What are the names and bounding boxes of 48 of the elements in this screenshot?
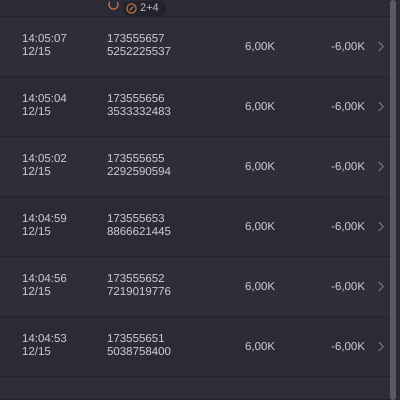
time-text: 14:05:07 (22, 32, 68, 46)
amount-text: 6,00K (245, 40, 276, 52)
change-text: -6,00K (330, 40, 365, 52)
badge-count: 2+4 (140, 2, 159, 14)
chevron-right-icon[interactable] (378, 281, 384, 292)
change-text: -6,00K (330, 220, 365, 232)
change-text: -6,00K (330, 280, 365, 292)
chevron-right-icon[interactable] (378, 221, 384, 232)
id-text: 7219019776 (107, 286, 172, 298)
time-text: 14:05:04 (22, 92, 68, 106)
list-row[interactable]: 2+4 (0, 0, 390, 17)
id-text: 173555652 (107, 272, 166, 286)
date-text: 12/15 (22, 226, 52, 238)
id-text: 5252225537 (107, 46, 172, 58)
change-text: -6,00K (330, 160, 365, 172)
id-text: 173555657 (107, 32, 166, 46)
time-text: 14:04:53 (22, 332, 68, 346)
id-text: 173555653 (107, 212, 166, 226)
date-text: 12/15 (22, 46, 52, 58)
date-text: 12/15 (22, 346, 52, 358)
time-text: 14:04:56 (22, 272, 68, 286)
id-text: 2292590594 (107, 166, 172, 178)
list-row[interactable]: 14:05:07 12/15 173555657 5252225537 6,00K -6,00K (0, 17, 390, 77)
date-text: 12/15 (22, 286, 52, 298)
id-text: 173555656 (107, 92, 166, 106)
list-row[interactable]: 14:05:02 12/15 173555655 2292590594 6,00K -6,00K (0, 137, 390, 197)
id-text: 8866621445 (107, 226, 172, 238)
time-text: 14:04:59 (22, 212, 68, 226)
amount-text: 6,00K (245, 280, 276, 292)
change-text: -6,00K (330, 340, 365, 352)
scrollbar[interactable] (390, 0, 396, 400)
chevron-right-icon[interactable] (378, 161, 384, 172)
chevron-right-icon[interactable] (378, 41, 384, 52)
time-text: 14:05:02 (22, 152, 68, 166)
id-text: 173555655 (107, 152, 166, 166)
date-text: 12/15 (22, 166, 52, 178)
date-text: 12/15 (22, 106, 52, 118)
list-row[interactable]: 14:04:56 12/15 173555652 7219019776 6,00K -6,00K (0, 257, 390, 317)
amount-text: 6,00K (245, 220, 276, 232)
amount-text: 6,00K (245, 160, 276, 172)
id-text: 5038758400 (107, 346, 172, 358)
amount-text: 6,00K (245, 100, 276, 112)
change-text: -6,00K (330, 100, 365, 112)
id-text: 3533332483 (107, 106, 172, 118)
chevron-right-icon[interactable] (378, 341, 384, 352)
amount-text: 6,00K (245, 340, 276, 352)
id-text: 173555651 (107, 332, 166, 346)
chevron-right-icon[interactable] (378, 101, 384, 112)
